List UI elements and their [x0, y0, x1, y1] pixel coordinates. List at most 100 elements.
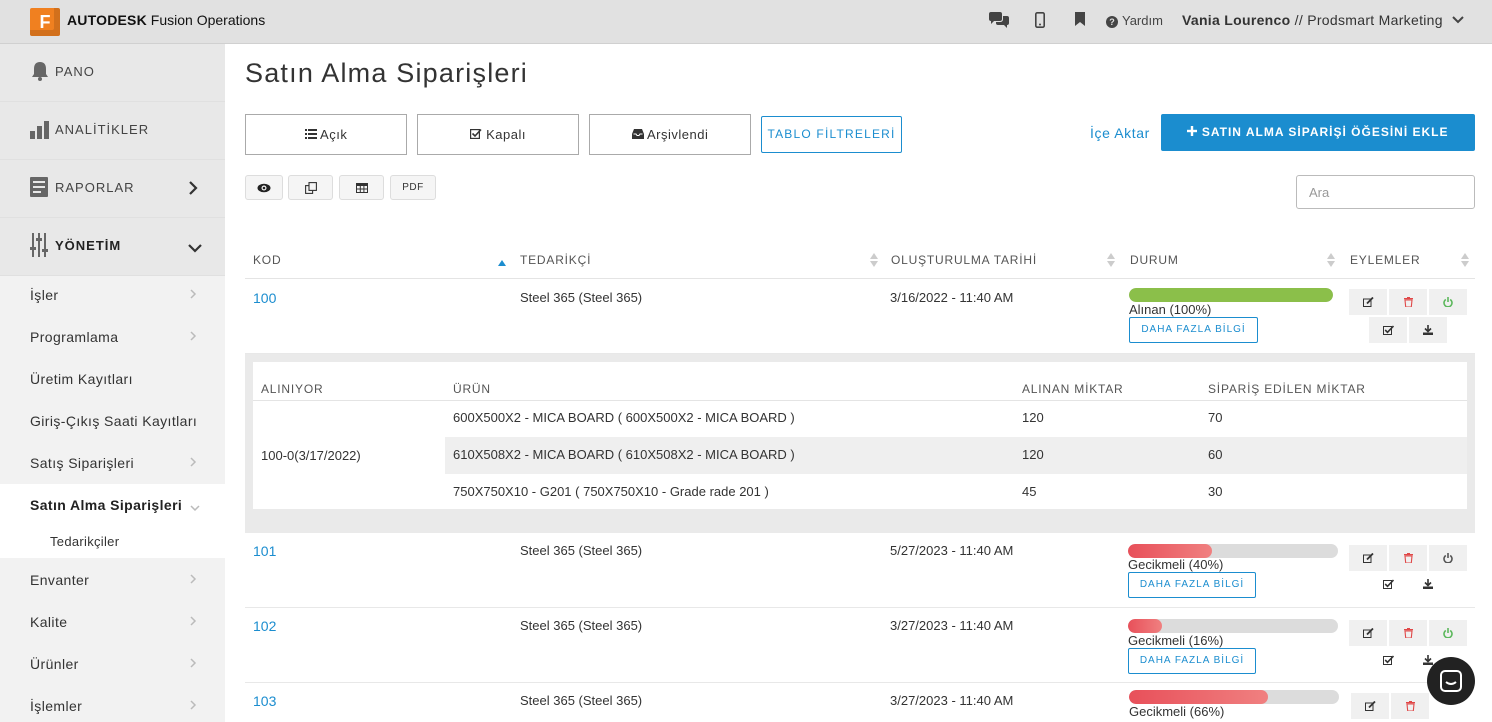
logo[interactable]: F: [30, 8, 60, 36]
plus-icon: [1187, 125, 1198, 139]
delete-button[interactable]: [1389, 620, 1427, 646]
edit-button[interactable]: [1349, 289, 1387, 315]
download-button[interactable]: [1409, 571, 1447, 597]
sidebar-item-yonetim[interactable]: YÖNETİM: [0, 218, 225, 276]
table-row[interactable]: 101 Steel 365 (Steel 365) 5/27/2023 - 11…: [245, 533, 1475, 608]
ordered-qty-cell: 60: [1208, 447, 1223, 462]
page-title: Satın Alma Siparişleri: [245, 58, 529, 88]
chevron-down-icon: [188, 241, 202, 256]
sidebar-item-analitikler[interactable]: ANALİTİKLER: [0, 102, 225, 160]
table-filters-button[interactable]: TABLO FİLTRELERİ: [761, 116, 902, 153]
main-content: Satın Alma Siparişleri Açık Kapalı Arşiv…: [225, 44, 1492, 722]
sidebar-item-isler[interactable]: İşler: [0, 274, 225, 316]
more-info-button[interactable]: DAHA FAZLA BİLGİ: [1128, 648, 1256, 674]
import-link[interactable]: İçe Aktar: [1090, 125, 1150, 141]
tab-label: Arşivlendi: [647, 127, 709, 142]
table-view-button[interactable]: [339, 175, 384, 200]
table-row[interactable]: 100 Steel 365 (Steel 365) 3/16/2022 - 11…: [245, 279, 1475, 354]
check-square-icon: [470, 127, 482, 142]
sidebar-item-kalite[interactable]: Kalite: [0, 601, 225, 643]
delete-button[interactable]: [1389, 545, 1427, 571]
support-chat-button[interactable]: [1427, 657, 1475, 705]
sidebar-item-label: Tedarikçiler: [50, 534, 120, 549]
tab-label: Kapalı: [486, 127, 526, 142]
sort-icon[interactable]: [1461, 253, 1469, 270]
sidebar-item-label: PANO: [55, 64, 95, 79]
edit-icon: [1364, 699, 1376, 714]
bell-icon: [30, 61, 50, 84]
more-info-button[interactable]: DAHA FAZLA BİLGİ: [1129, 317, 1258, 343]
tab-kapali[interactable]: Kapalı: [417, 114, 579, 155]
edit-button[interactable]: [1349, 545, 1387, 571]
pdf-button[interactable]: PDF: [390, 175, 436, 200]
user-menu[interactable]: Vania Lourenco // Prodsmart Marketing: [1182, 12, 1443, 28]
chat-icon[interactable]: [988, 12, 1010, 33]
order-code-link[interactable]: 103: [253, 693, 276, 709]
sidebar-item-tedarikciler[interactable]: Tedarikçiler: [0, 526, 225, 558]
table-row[interactable]: 103 Steel 365 (Steel 365) 3/27/2023 - 11…: [245, 683, 1475, 722]
edit-button[interactable]: [1349, 620, 1387, 646]
sidebar-item-raporlar[interactable]: RAPORLAR: [0, 160, 225, 218]
sort-icon[interactable]: [870, 253, 878, 270]
progress-fill: [1129, 288, 1333, 302]
sidebar-item-giris-cikis[interactable]: Giriş-Çıkış Saati Kayıtları: [0, 400, 225, 442]
toggle-button[interactable]: [1429, 620, 1467, 646]
sidebar-item-envanter[interactable]: Envanter: [0, 559, 225, 601]
add-button-label: SATIN ALMA SİPARİŞİ ÖĞESİNİ EKLE: [1201, 125, 1449, 139]
chevron-right-icon: [189, 615, 197, 630]
chevron-down-icon[interactable]: [1452, 11, 1464, 32]
sidebar-item-uretim-kayitlari[interactable]: Üretim Kayıtları: [0, 358, 225, 400]
trash-icon: [1403, 626, 1413, 641]
sidebar-item-satis-siparisleri[interactable]: Satış Siparişleri: [0, 442, 225, 484]
column-header-tedarikci[interactable]: TEDARİKÇİ: [520, 253, 591, 267]
status-label: Gecikmeli (40%): [1128, 557, 1224, 572]
column-header-eylemler[interactable]: EYLEMLER: [1350, 253, 1420, 267]
sort-icon[interactable]: [1107, 253, 1115, 270]
column-header-durum[interactable]: DURUM: [1130, 253, 1179, 267]
inbox-icon: [631, 127, 644, 142]
ordered-qty-cell: 30: [1208, 484, 1223, 499]
bookmark-icon[interactable]: [1075, 12, 1085, 30]
view-button[interactable]: [245, 175, 283, 200]
download-button[interactable]: [1409, 317, 1447, 343]
power-icon: [1443, 295, 1453, 310]
sidebar-item-islemler[interactable]: İşlemler: [0, 685, 225, 722]
copy-button[interactable]: [288, 175, 333, 200]
sidebar-item-pano[interactable]: PANO: [0, 44, 225, 102]
order-code-link[interactable]: 101: [253, 543, 276, 559]
column-header-olusturulma-tarihi[interactable]: OLUŞTURULMA TARİHİ: [891, 253, 1037, 267]
order-code-link[interactable]: 102: [253, 618, 276, 634]
approve-button[interactable]: [1369, 647, 1407, 673]
approve-button[interactable]: [1369, 317, 1407, 343]
order-code-link[interactable]: 100: [253, 290, 276, 306]
tab-acik[interactable]: Açık: [245, 114, 407, 155]
column-header-kod[interactable]: KOD: [253, 253, 281, 267]
sidebar-item-label: ANALİTİKLER: [55, 122, 150, 137]
sort-icon[interactable]: [1327, 253, 1335, 270]
chevron-down-icon: [189, 500, 201, 515]
sort-asc-icon[interactable]: [498, 254, 506, 269]
chevron-right-icon: [189, 456, 197, 471]
sidebar-item-label: Programlama: [30, 329, 119, 345]
toggle-button[interactable]: [1429, 545, 1467, 571]
tab-arsivlendi[interactable]: Arşivlendi: [589, 114, 751, 155]
table-row[interactable]: 102 Steel 365 (Steel 365) 3/27/2023 - 11…: [245, 608, 1475, 683]
sliders-icon: [30, 233, 48, 260]
add-purchase-order-button[interactable]: SATIN ALMA SİPARİŞİ ÖĞESİNİ EKLE: [1161, 114, 1475, 151]
sidebar-item-urunler[interactable]: Ürünler: [0, 643, 225, 685]
edit-button[interactable]: [1351, 693, 1389, 719]
toggle-button[interactable]: [1429, 289, 1467, 315]
sidebar-item-label: Envanter: [30, 572, 90, 588]
delete-button[interactable]: [1391, 693, 1429, 719]
sidebar-item-satin-alma-siparisleri[interactable]: Satın Alma Siparişleri: [0, 484, 225, 526]
progress-fill: [1129, 690, 1268, 704]
progress-fill: [1128, 544, 1212, 558]
sidebar-item-programlama[interactable]: Programlama: [0, 316, 225, 358]
delete-button[interactable]: [1389, 289, 1427, 315]
help-link[interactable]: ? Yardım: [1106, 13, 1163, 28]
approve-button[interactable]: [1369, 571, 1407, 597]
mobile-icon[interactable]: [1035, 12, 1045, 32]
trash-icon: [1403, 295, 1413, 310]
search-input[interactable]: [1296, 175, 1475, 209]
more-info-button[interactable]: DAHA FAZLA BİLGİ: [1128, 572, 1256, 598]
